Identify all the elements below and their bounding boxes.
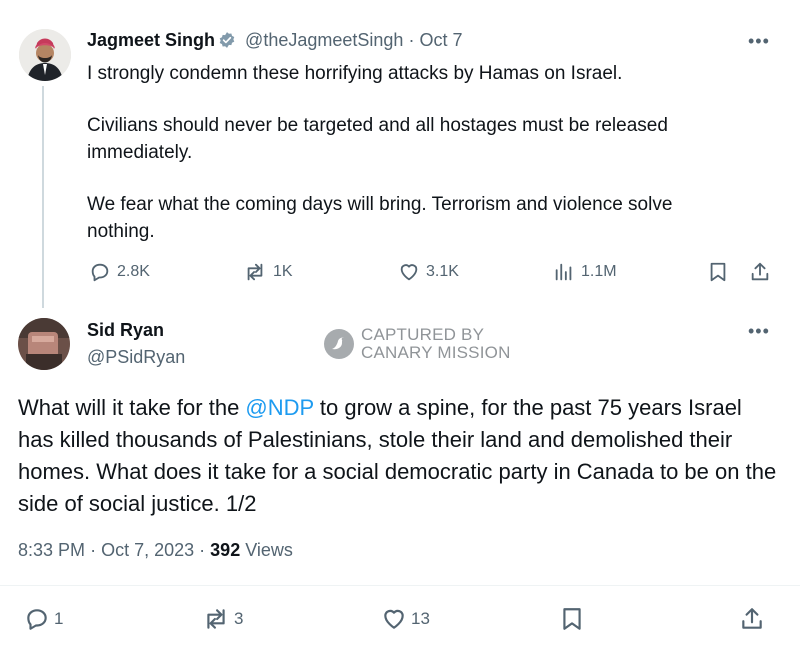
repost-count: 1K <box>273 263 293 280</box>
analytics-icon <box>555 263 572 281</box>
bookmark-icon <box>710 262 726 282</box>
tweet2-text: What will it take for the @NDP to grow a… <box>18 392 778 520</box>
tweet-text-part: What will it take for the <box>18 395 246 420</box>
thread-connector-line <box>42 86 44 308</box>
tweet-time[interactable]: 8:33 PM <box>18 540 85 560</box>
watermark-line-1: CAPTURED BY <box>361 325 485 344</box>
author-handle[interactable]: @theJagmeetSingh <box>245 30 403 50</box>
more-options-icon[interactable]: ••• <box>748 32 770 50</box>
separator-dot: · <box>199 540 206 560</box>
reply-button[interactable]: 1 <box>24 606 63 632</box>
bookmark-button[interactable] <box>708 261 728 283</box>
divider <box>0 585 800 586</box>
share-icon <box>742 608 762 629</box>
like-button[interactable]: 13 <box>381 606 430 632</box>
reply-count: 2.8K <box>117 263 150 280</box>
separator-dot: · <box>408 30 415 50</box>
verified-badge-icon <box>219 32 235 48</box>
tweet-meta: 8:33 PM · Oct 7, 2023 · 392 Views <box>18 540 293 561</box>
bookmark-icon <box>563 608 581 630</box>
share-icon <box>751 262 769 281</box>
views-button[interactable]: 1.1M <box>553 261 617 283</box>
repost-icon <box>247 263 263 281</box>
tweet-paragraph: I strongly condemn these horrifying atta… <box>87 63 623 84</box>
canary-mission-logo-icon <box>324 329 354 359</box>
share-button[interactable] <box>749 261 771 283</box>
reply-count: 1 <box>54 609 64 628</box>
watermark-line-2: CANARY MISSION <box>361 343 511 362</box>
author-name[interactable]: Sid Ryan <box>87 320 164 341</box>
repost-button[interactable]: 3 <box>202 606 243 632</box>
more-options-icon[interactable]: ••• <box>748 322 770 340</box>
reply-button[interactable]: 2.8K <box>89 261 150 283</box>
avatar-sid-ryan[interactable] <box>18 318 70 370</box>
views-label[interactable]: Views <box>245 540 293 560</box>
view-count: 1.1M <box>581 263 617 280</box>
mention-link[interactable]: @NDP <box>245 395 313 420</box>
separator-dot: · <box>90 540 97 560</box>
bookmark-button[interactable] <box>561 606 583 632</box>
tweet1-body: I strongly condemn these horrifying atta… <box>87 60 737 245</box>
reply-icon <box>27 609 47 630</box>
author-handle[interactable]: @PSidRyan <box>87 347 185 368</box>
heart-icon <box>400 264 418 281</box>
sid-ryan-avatar-image <box>18 318 70 370</box>
watermark: CAPTURED BY CANARY MISSION <box>323 326 511 362</box>
like-count: 3.1K <box>426 263 459 280</box>
tweet-date[interactable]: Oct 7 <box>419 30 462 50</box>
tweet-paragraph: We fear what the coming days will bring.… <box>87 194 673 242</box>
like-count: 13 <box>411 609 430 628</box>
author-name[interactable]: Jagmeet Singh <box>87 30 215 50</box>
jagmeet-avatar-image <box>19 29 71 81</box>
repost-icon <box>207 609 225 629</box>
repost-button[interactable]: 1K <box>243 261 293 283</box>
share-button[interactable] <box>739 606 765 632</box>
tweet-paragraph: Civilians should never be targeted and a… <box>87 115 668 163</box>
heart-icon <box>384 609 404 629</box>
repost-count: 3 <box>234 609 244 628</box>
reply-icon <box>91 263 109 282</box>
tweet-date[interactable]: Oct 7, 2023 <box>101 540 194 560</box>
tweet1-header: Jagmeet Singh @theJagmeetSingh · Oct 7 <box>87 30 462 51</box>
views-count[interactable]: 392 <box>210 540 240 560</box>
like-button[interactable]: 3.1K <box>398 261 459 283</box>
avatar-jagmeet-singh[interactable] <box>19 29 71 81</box>
